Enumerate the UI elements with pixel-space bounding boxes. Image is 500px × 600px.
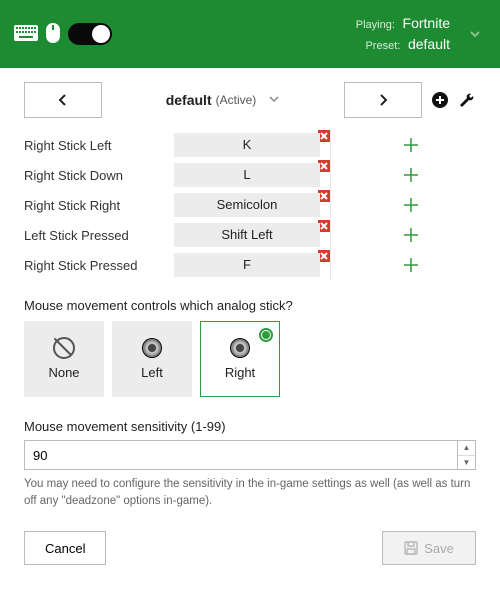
table-row: Right Stick Pressed F [24, 250, 490, 280]
mapping-key[interactable]: Shift Left [174, 223, 320, 247]
preset-dropdown[interactable]: default (Active) [110, 92, 336, 108]
prev-preset-button[interactable] [24, 82, 102, 118]
table-row: Right Stick Right Semicolon [24, 190, 490, 220]
save-button: Save [382, 531, 476, 565]
mapping-label: Right Stick Left [24, 138, 174, 153]
stick-option-label: Right [225, 365, 255, 380]
settings-button[interactable] [458, 91, 476, 109]
analog-stick-icon [231, 339, 249, 357]
playing-value: Fortnite [403, 15, 450, 31]
header-right: Playing: Fortnite Preset: default [356, 13, 486, 55]
add-mapping-button[interactable] [330, 160, 490, 190]
header-left [14, 23, 112, 46]
footer: Cancel Save [10, 509, 490, 565]
toggle-knob [92, 25, 110, 43]
table-row: Left Stick Pressed Shift Left [24, 220, 490, 250]
mapping-key[interactable]: L [174, 163, 320, 187]
stick-option-right[interactable]: Right [200, 321, 280, 397]
cancel-button-label: Cancel [45, 541, 85, 556]
add-preset-button[interactable] [430, 90, 450, 110]
stick-option-label: None [48, 365, 79, 380]
header-info: Playing: Fortnite Preset: default [356, 13, 450, 55]
analog-stick-icon [143, 339, 161, 357]
master-toggle[interactable] [68, 23, 112, 45]
mapping-key[interactable]: Semicolon [174, 193, 320, 217]
sensitivity-label: Mouse movement sensitivity (1-99) [10, 397, 490, 440]
main-panel: default (Active) Right Stick Left K Righ… [0, 68, 500, 600]
table-row: Right Stick Down L [24, 160, 490, 190]
preset-status-text: (Active) [216, 93, 257, 107]
app-header: Playing: Fortnite Preset: default [0, 0, 500, 68]
stick-option-label: Left [141, 365, 163, 380]
preset-label: Preset: [365, 40, 400, 52]
add-mapping-button[interactable] [330, 190, 490, 220]
playing-label: Playing: [356, 19, 395, 31]
sensitivity-spinner: ▲ ▼ [458, 440, 476, 470]
sensitivity-hint: You may need to configure the sensitivit… [10, 470, 490, 509]
save-icon [404, 541, 418, 555]
add-mapping-button[interactable] [330, 130, 490, 160]
mapping-label: Right Stick Down [24, 168, 174, 183]
none-icon [55, 339, 73, 357]
radio-indicator [259, 328, 273, 342]
preset-value: default [408, 36, 450, 52]
cancel-button[interactable]: Cancel [24, 531, 106, 565]
sensitivity-input[interactable] [24, 440, 458, 470]
mapping-key[interactable]: F [174, 253, 320, 277]
mapping-label: Right Stick Pressed [24, 258, 174, 273]
mouse-stick-question: Mouse movement controls which analog sti… [10, 280, 490, 321]
header-expand-icon[interactable] [464, 23, 486, 45]
chevron-down-icon [268, 93, 280, 108]
add-mapping-button[interactable] [330, 250, 490, 280]
save-button-label: Save [424, 541, 454, 556]
add-mapping-button[interactable] [330, 220, 490, 250]
preset-bar: default (Active) [10, 82, 490, 130]
next-preset-button[interactable] [344, 82, 422, 118]
spinner-up[interactable]: ▲ [458, 441, 475, 456]
mapping-table: Right Stick Left K Right Stick Down L Ri… [10, 130, 490, 280]
mapping-key[interactable]: K [174, 133, 320, 157]
mouse-icon [46, 23, 60, 46]
stick-option-left[interactable]: Left [112, 321, 192, 397]
mapping-label: Right Stick Right [24, 198, 174, 213]
spinner-down[interactable]: ▼ [458, 456, 475, 470]
preset-name-text: default [166, 92, 212, 108]
stick-option-group: None Left Right [10, 321, 490, 397]
stick-option-none[interactable]: None [24, 321, 104, 397]
keyboard-icon [14, 25, 38, 44]
mapping-label: Left Stick Pressed [24, 228, 174, 243]
sensitivity-row: ▲ ▼ [10, 440, 490, 470]
table-row: Right Stick Left K [24, 130, 490, 160]
